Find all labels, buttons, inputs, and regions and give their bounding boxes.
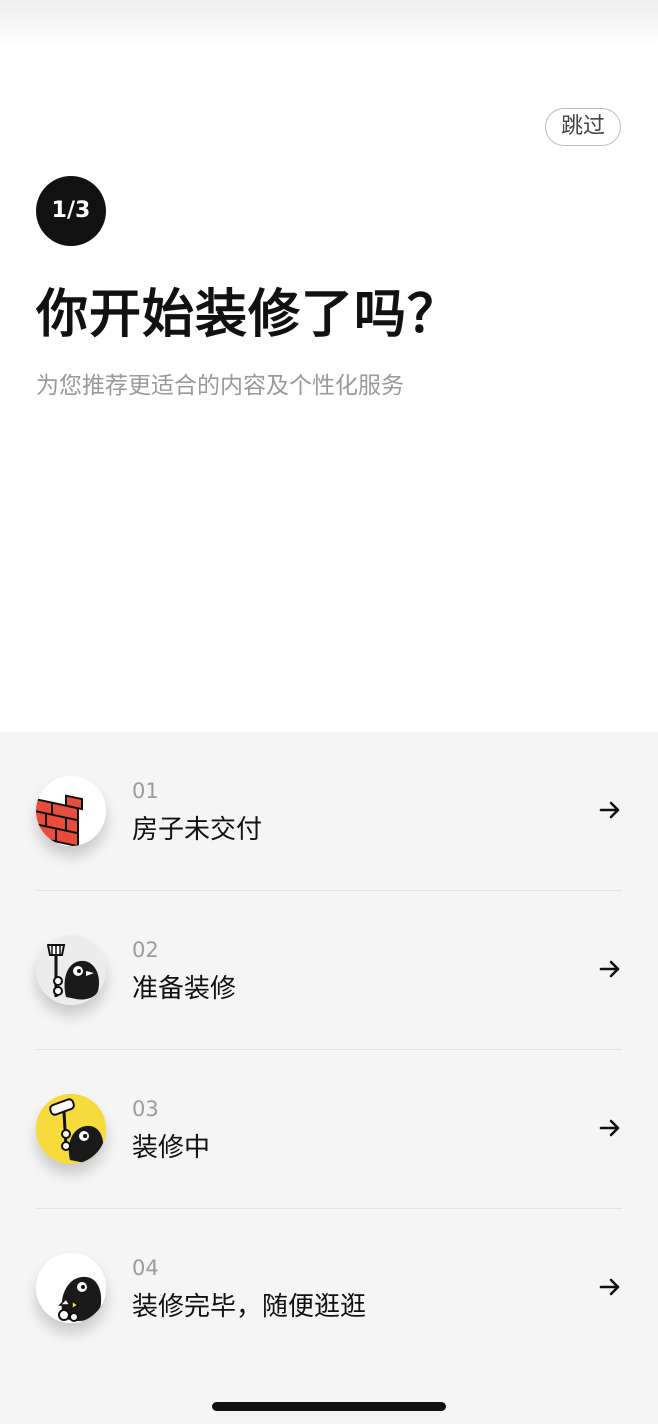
brick-wall-icon <box>36 776 106 846</box>
option-label: 装修完毕，随便逛逛 <box>132 1292 367 1322</box>
top-fade <box>0 0 658 46</box>
options-panel: 01 房子未交付 02 准备装修 03 装修中 04 装修完毕，随便逛逛 <box>0 732 658 1424</box>
option-number: 03 <box>132 1097 159 1121</box>
option-number: 04 <box>132 1256 159 1280</box>
arrow-right-icon <box>599 1119 620 1137</box>
option-label: 装修中 <box>132 1133 211 1163</box>
penguin-with-broom-icon <box>36 935 106 1005</box>
option-label: 房子未交付 <box>132 815 263 845</box>
arrow-right-icon <box>599 801 620 819</box>
arrow-right-icon <box>599 960 620 978</box>
skip-button[interactable]: 跳过 <box>545 108 621 146</box>
option-renovation-complete[interactable]: 04 装修完毕，随便逛逛 <box>36 1209 622 1367</box>
option-renovating[interactable]: 03 装修中 <box>36 1050 622 1209</box>
page-subtitle: 为您推荐更适合的内容及个性化服务 <box>36 373 404 399</box>
home-indicator[interactable] <box>212 1402 446 1411</box>
arrow-right-icon <box>599 1278 620 1296</box>
penguin-relaxing-icon <box>36 1253 106 1323</box>
step-indicator-badge: 1/3 <box>36 176 106 246</box>
option-number: 01 <box>132 779 159 803</box>
option-number: 02 <box>132 938 159 962</box>
option-preparing-renovation[interactable]: 02 准备装修 <box>36 891 622 1050</box>
page-title: 你开始装修了吗？ <box>36 285 461 345</box>
option-house-not-delivered[interactable]: 01 房子未交付 <box>36 732 622 891</box>
option-label: 准备装修 <box>132 974 237 1004</box>
penguin-with-paint-roller-icon <box>36 1094 106 1164</box>
